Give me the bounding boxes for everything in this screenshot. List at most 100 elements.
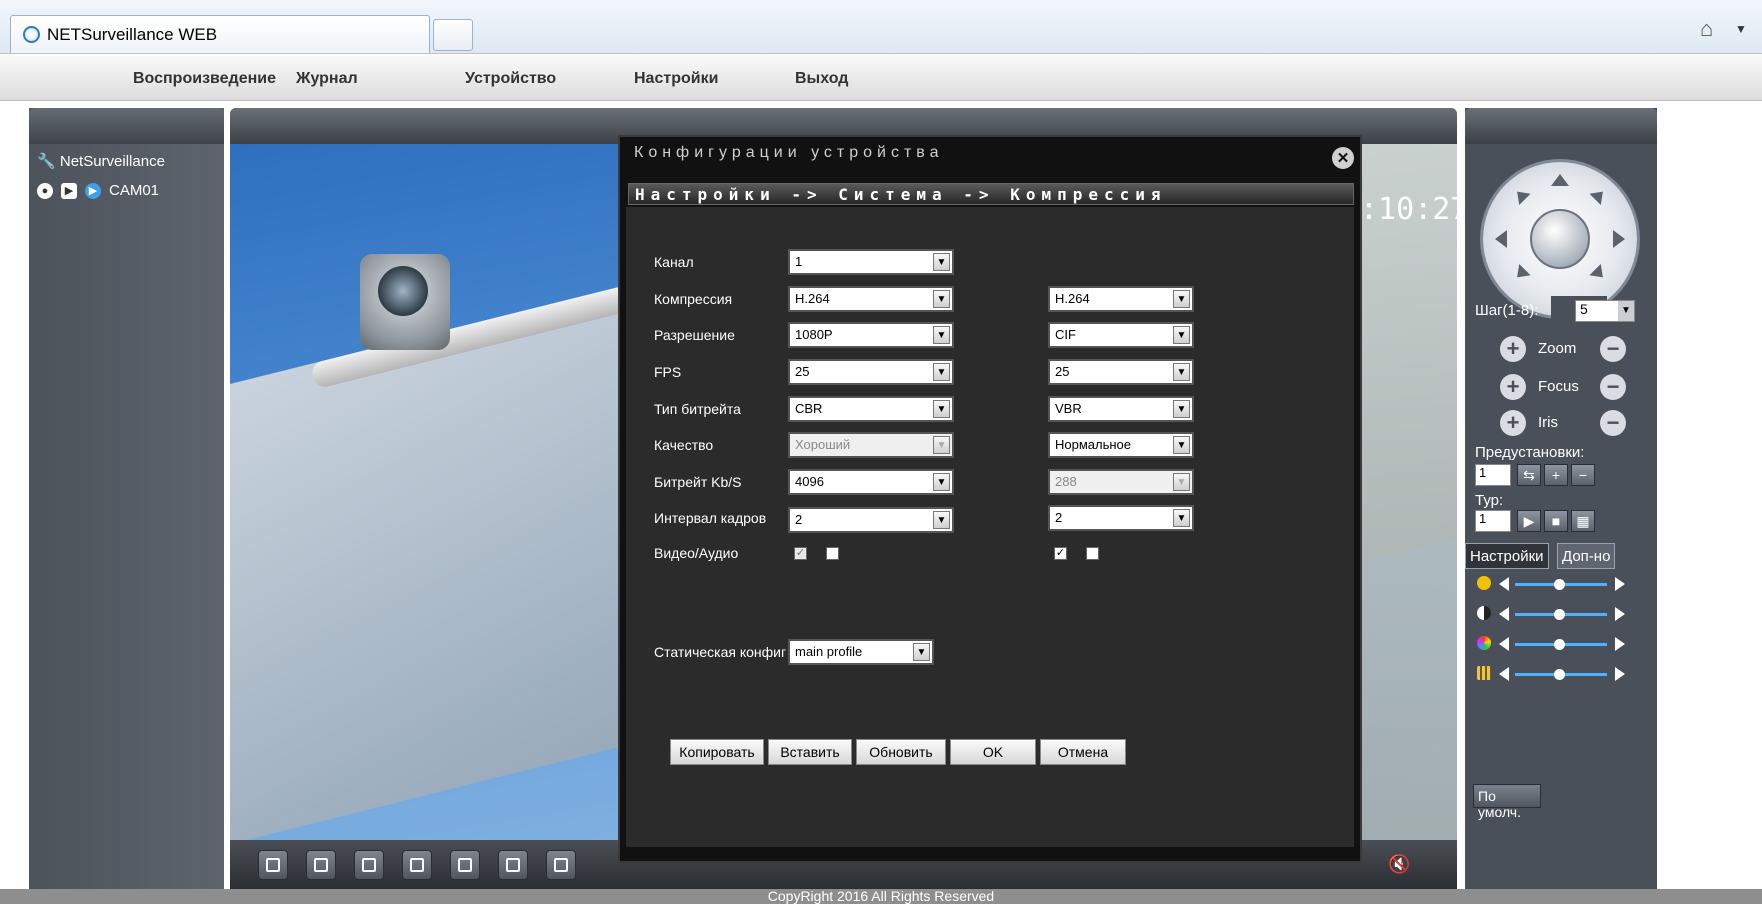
static-config-select[interactable]: main profile ▼: [788, 639, 934, 665]
preset-input[interactable]: 1: [1475, 464, 1511, 486]
paste-button[interactable]: Вставить: [768, 739, 852, 765]
tour-grid-icon[interactable]: ▦: [1571, 510, 1595, 532]
play-icon[interactable]: ▶: [61, 182, 77, 199]
menu-log[interactable]: Журнал: [296, 70, 358, 88]
chevron-down-icon[interactable]: ▼: [1735, 22, 1747, 36]
chevron-down-icon[interactable]: ▼: [933, 473, 950, 491]
chevron-down-icon[interactable]: ▼: [1173, 509, 1190, 527]
decrease-icon[interactable]: [1499, 607, 1509, 621]
chevron-down-icon[interactable]: ▼: [933, 363, 950, 381]
new-tab-button[interactable]: [433, 19, 473, 51]
increase-icon[interactable]: [1615, 607, 1625, 621]
start-preview-icon[interactable]: [354, 850, 384, 880]
chevron-down-icon[interactable]: ▼: [1618, 301, 1634, 321]
fps-extra-select[interactable]: 25 ▼: [1048, 359, 1194, 385]
menu-playback[interactable]: Воспроизведение: [133, 70, 276, 88]
hue-slider[interactable]: [1465, 662, 1657, 686]
tab-extra[interactable]: Доп-но: [1557, 543, 1616, 569]
ptz-center-button[interactable]: [1530, 209, 1590, 269]
home-icon[interactable]: ⌂: [1700, 16, 1713, 42]
play-circle-icon[interactable]: ▶: [85, 182, 101, 199]
record-icon[interactable]: ●: [37, 182, 53, 199]
preset-add-icon[interactable]: +: [1544, 464, 1568, 486]
copy-button[interactable]: Копировать: [670, 739, 764, 765]
chevron-down-icon[interactable]: ▼: [1173, 326, 1190, 344]
increase-icon[interactable]: [1615, 667, 1625, 681]
defaults-button[interactable]: По умолч.: [1473, 784, 1541, 820]
decrease-icon[interactable]: [1499, 637, 1509, 651]
bitrate-main-select[interactable]: 4096 ▼: [788, 469, 954, 495]
mute-icon[interactable]: 🔇: [1388, 854, 1410, 875]
fullscreen-icon[interactable]: [258, 850, 288, 880]
ptz-step-select[interactable]: 5 ▼: [1575, 300, 1635, 322]
main-audio-checkbox[interactable]: [826, 547, 839, 560]
tour-input[interactable]: 1: [1475, 510, 1511, 532]
ok-button[interactable]: OK: [950, 739, 1036, 765]
tab-settings[interactable]: Настройки: [1465, 543, 1549, 569]
chevron-down-icon[interactable]: ▼: [1173, 363, 1190, 381]
ptz-up-icon[interactable]: [1551, 174, 1569, 186]
brightness-slider[interactable]: [1465, 572, 1657, 596]
preset-remove-icon[interactable]: −: [1571, 464, 1595, 486]
slider-knob[interactable]: [1554, 639, 1565, 650]
menu-logout[interactable]: Выход: [795, 70, 848, 88]
slider-knob[interactable]: [1554, 609, 1565, 620]
frame-interval-main-select[interactable]: 2 ▼: [788, 507, 954, 533]
zoom-in-icon[interactable]: +: [1500, 336, 1526, 362]
device-tree-camera[interactable]: ● ▶ ▶ CAM01: [37, 182, 159, 199]
decrease-icon[interactable]: [1499, 577, 1509, 591]
chevron-down-icon[interactable]: ▼: [1173, 290, 1190, 308]
stop-record-camera-icon[interactable]: [546, 850, 576, 880]
fps-main-select[interactable]: 25 ▼: [788, 359, 954, 385]
ptz-left-icon[interactable]: [1495, 230, 1507, 248]
compression-main-select[interactable]: H.264 ▼: [788, 286, 954, 312]
focus-near-icon[interactable]: +: [1500, 374, 1526, 400]
ptz-down-right-icon[interactable]: [1589, 263, 1609, 284]
resolution-extra-select[interactable]: CIF ▼: [1048, 322, 1194, 348]
saturation-slider[interactable]: [1465, 632, 1657, 656]
compression-extra-select[interactable]: H.264 ▼: [1048, 286, 1194, 312]
frame-interval-extra-select[interactable]: 2 ▼: [1048, 505, 1194, 531]
single-view-icon[interactable]: [306, 850, 336, 880]
focus-far-icon[interactable]: −: [1600, 374, 1626, 400]
iris-open-icon[interactable]: +: [1500, 410, 1526, 436]
preset-goto-icon[interactable]: ⇆: [1517, 464, 1541, 486]
increase-icon[interactable]: [1615, 577, 1625, 591]
slider-knob[interactable]: [1554, 669, 1565, 680]
chevron-down-icon[interactable]: ▼: [933, 326, 950, 344]
ptz-right-icon[interactable]: [1613, 230, 1625, 248]
decrease-icon[interactable]: [1499, 667, 1509, 681]
bitrate-type-extra-select[interactable]: VBR ▼: [1048, 396, 1194, 422]
quality-extra-select[interactable]: Нормальное ▼: [1048, 432, 1194, 458]
slider-knob[interactable]: [1554, 579, 1565, 590]
resolution-main-select[interactable]: 1080P ▼: [788, 322, 954, 348]
close-icon[interactable]: ✕: [1332, 147, 1354, 169]
extra-video-checkbox[interactable]: ✓: [1054, 547, 1067, 560]
chevron-down-icon[interactable]: ▼: [933, 511, 950, 529]
chevron-down-icon[interactable]: ▼: [913, 643, 930, 661]
cancel-button[interactable]: Отмена: [1040, 739, 1126, 765]
chevron-down-icon[interactable]: ▼: [933, 400, 950, 418]
ptz-up-right-icon[interactable]: [1589, 185, 1609, 206]
ptz-down-left-icon[interactable]: [1511, 263, 1531, 284]
menu-device[interactable]: Устройство: [465, 70, 556, 88]
chevron-down-icon[interactable]: ▼: [933, 253, 950, 271]
device-tree-root[interactable]: 🔧 NetSurveillance: [37, 152, 165, 170]
chevron-down-icon[interactable]: ▼: [1173, 400, 1190, 418]
increase-icon[interactable]: [1615, 637, 1625, 651]
bitrate-type-main-select[interactable]: CBR ▼: [788, 396, 954, 422]
menu-settings[interactable]: Настройки: [634, 70, 718, 88]
refresh-button[interactable]: Обновить: [856, 739, 946, 765]
record-camera-icon[interactable]: [498, 850, 528, 880]
ptz-direction-pad[interactable]: [1483, 162, 1637, 338]
browser-tab[interactable]: NETSurveillance WEB: [10, 15, 430, 53]
chevron-down-icon[interactable]: ▼: [1173, 436, 1190, 454]
stop-preview-icon[interactable]: [402, 850, 432, 880]
tour-stop-icon[interactable]: ■: [1544, 510, 1568, 532]
tour-play-icon[interactable]: ▶: [1517, 510, 1541, 532]
snapshot-icon[interactable]: [450, 850, 480, 880]
zoom-out-icon[interactable]: −: [1600, 336, 1626, 362]
iris-close-icon[interactable]: −: [1600, 410, 1626, 436]
ptz-up-left-icon[interactable]: [1511, 185, 1531, 206]
channel-select[interactable]: 1 ▼: [788, 249, 954, 275]
